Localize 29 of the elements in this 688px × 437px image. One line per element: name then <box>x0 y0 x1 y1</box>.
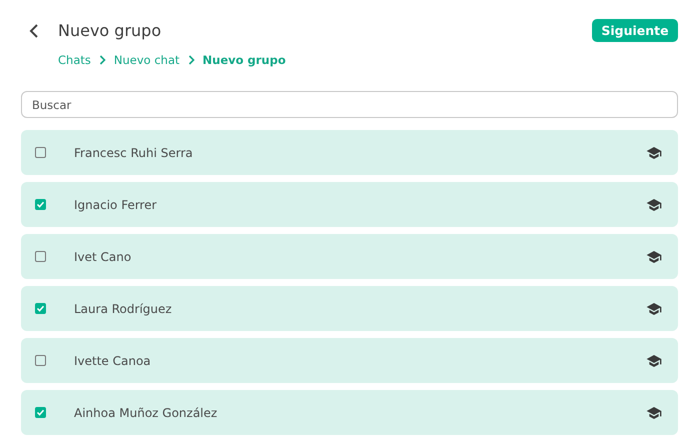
page-title: Nuevo grupo <box>58 20 162 40</box>
contact-row[interactable]: Ivette Canoa <box>21 338 678 383</box>
checkbox[interactable] <box>35 251 46 262</box>
chevron-right-icon <box>188 55 195 65</box>
contact-name: Ainhoa Muñoz González <box>74 406 218 420</box>
graduation-cap-icon <box>646 300 662 316</box>
graduation-cap-icon <box>646 404 662 420</box>
contact-name: Ignacio Ferrer <box>74 198 158 212</box>
chevron-right-icon <box>98 55 106 65</box>
checkbox[interactable] <box>35 355 46 366</box>
contact-name: Ivette Canoa <box>74 354 152 368</box>
checkbox[interactable] <box>35 407 46 418</box>
contact-row[interactable]: Laura Rodríguez <box>21 286 678 331</box>
checkbox[interactable] <box>35 303 46 314</box>
graduation-cap-icon <box>646 248 662 264</box>
back-icon[interactable] <box>28 23 40 39</box>
contact-name: Ivet Cano <box>74 250 132 264</box>
checkbox[interactable] <box>35 199 46 210</box>
checkbox[interactable] <box>35 147 46 158</box>
contact-row[interactable]: Francesc Ruhi Serra <box>21 130 678 175</box>
contact-row[interactable]: Ignacio Ferrer <box>21 182 678 227</box>
contact-row[interactable]: Ivet Cano <box>21 234 678 279</box>
search-field[interactable]: Buscar <box>21 91 678 118</box>
contact-name: Francesc Ruhi Serra <box>74 146 194 160</box>
graduation-cap-icon <box>646 196 662 212</box>
graduation-cap-icon <box>646 144 662 160</box>
contact-row[interactable]: Ainhoa Muñoz González <box>21 390 678 435</box>
graduation-cap-icon <box>646 352 662 368</box>
contact-name: Laura Rodríguez <box>74 302 173 316</box>
